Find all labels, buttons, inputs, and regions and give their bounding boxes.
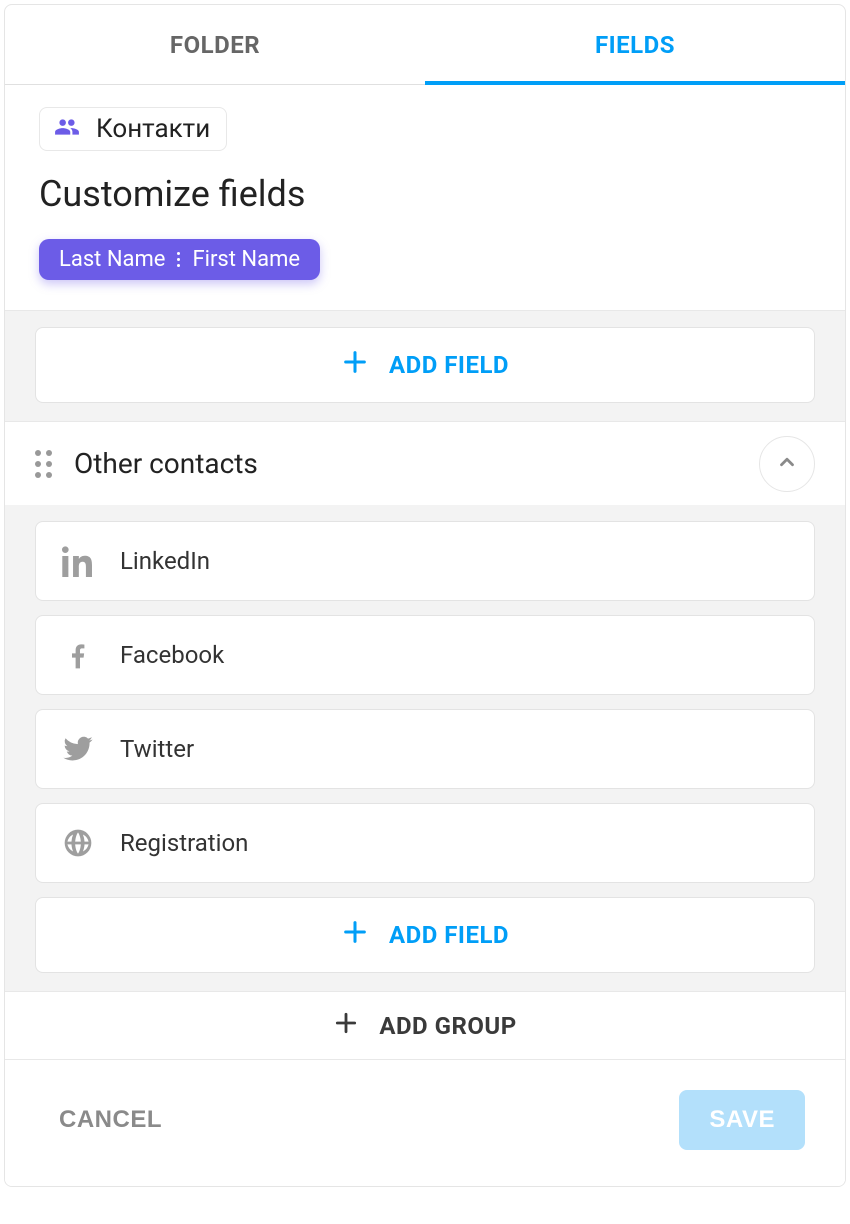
add-group-label: ADD GROUP — [379, 1012, 516, 1040]
tab-fields[interactable]: FIELDS — [425, 5, 845, 84]
customize-fields-panel: FOLDER FIELDS Контакти Customize fields … — [4, 4, 846, 1187]
cancel-button[interactable]: CANCEL — [59, 1106, 162, 1134]
folder-chip-label: Контакти — [96, 114, 210, 144]
field-label: Twitter — [120, 735, 194, 763]
tab-bar: FOLDER FIELDS — [5, 5, 845, 85]
add-field-button-group[interactable]: ADD FIELD — [35, 897, 815, 973]
field-label: Registration — [120, 829, 248, 857]
folder-chip[interactable]: Контакти — [39, 107, 227, 151]
top-add-field-section: ADD FIELD — [5, 310, 845, 421]
add-group-button[interactable]: ADD GROUP — [5, 991, 845, 1059]
drag-separator-icon — [177, 252, 180, 267]
field-label: LinkedIn — [120, 547, 210, 575]
drag-handle-icon[interactable] — [35, 450, 52, 478]
add-field-button-top[interactable]: ADD FIELD — [35, 327, 815, 403]
name-format-pill[interactable]: Last Name First Name — [39, 239, 320, 280]
facebook-icon — [60, 639, 96, 671]
field-label: Facebook — [120, 641, 224, 669]
tab-fields-label: FIELDS — [595, 31, 675, 59]
tab-folder-label: FOLDER — [170, 31, 260, 59]
cancel-label: CANCEL — [59, 1106, 162, 1133]
add-field-label: ADD FIELD — [389, 921, 509, 949]
page-title: Customize fields — [39, 173, 811, 215]
twitter-icon — [60, 733, 96, 765]
field-item-registration[interactable]: Registration — [35, 803, 815, 883]
plus-icon — [341, 348, 369, 382]
pill-right: First Name — [192, 247, 300, 272]
chevron-up-icon — [776, 451, 798, 477]
header: Контакти Customize fields Last Name Firs… — [5, 85, 845, 310]
globe-icon — [60, 827, 96, 859]
field-item-facebook[interactable]: Facebook — [35, 615, 815, 695]
people-icon — [50, 114, 84, 144]
field-list: LinkedIn Facebook Twitter Registration A — [5, 505, 845, 991]
linkedin-icon — [60, 545, 96, 577]
save-label: SAVE — [709, 1106, 775, 1133]
collapse-button[interactable] — [759, 436, 815, 492]
tab-folder[interactable]: FOLDER — [5, 5, 425, 84]
plus-icon — [341, 918, 369, 952]
add-field-label: ADD FIELD — [389, 351, 509, 379]
field-item-twitter[interactable]: Twitter — [35, 709, 815, 789]
field-item-linkedin[interactable]: LinkedIn — [35, 521, 815, 601]
plus-icon — [333, 1010, 359, 1042]
footer: CANCEL SAVE — [5, 1059, 845, 1186]
save-button[interactable]: SAVE — [679, 1090, 805, 1150]
group-title: Other contacts — [74, 447, 737, 480]
group-header-other-contacts[interactable]: Other contacts — [5, 421, 845, 505]
pill-left: Last Name — [59, 247, 165, 272]
